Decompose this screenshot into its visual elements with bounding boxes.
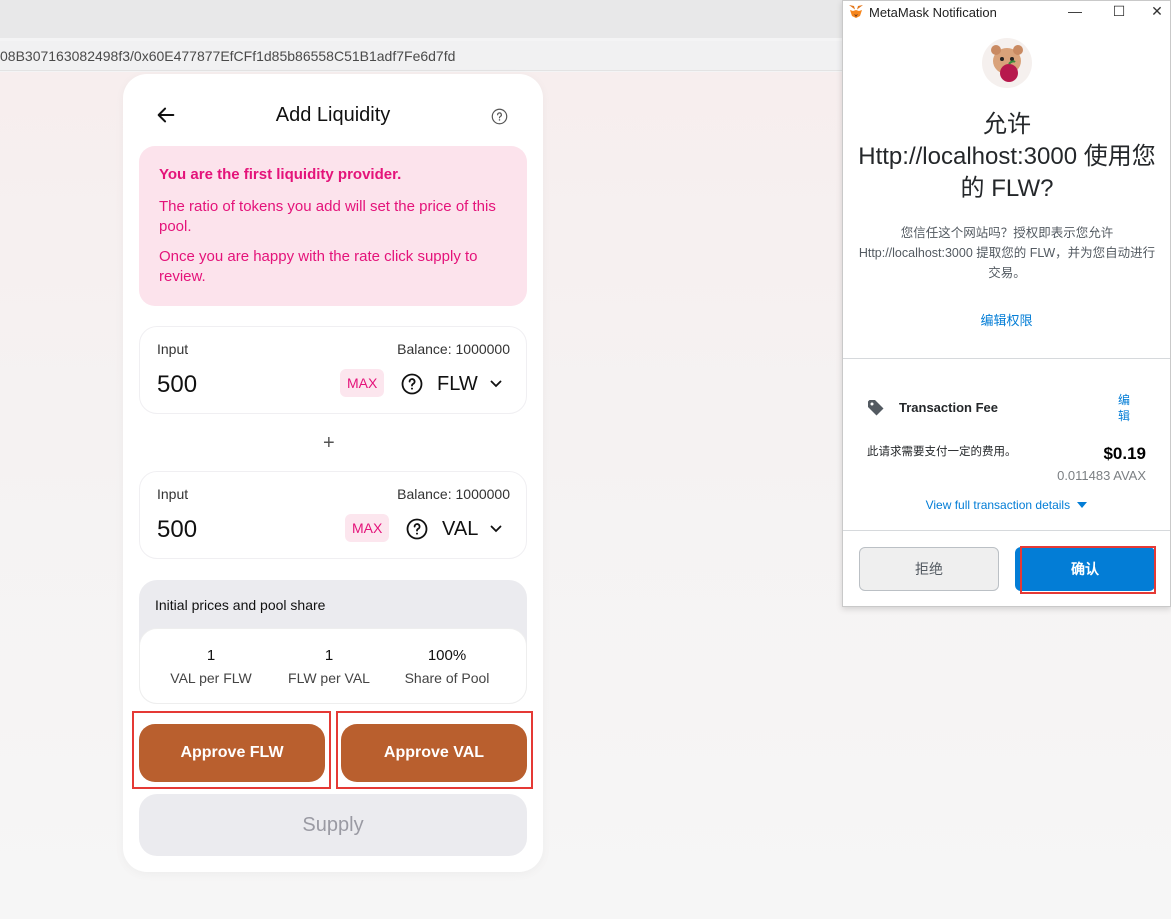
unknown-token-icon: [406, 518, 428, 540]
prices-values: 1 VAL per FLW 1 FLW per VAL 100% Share o…: [139, 628, 527, 704]
fee-avax-amount: 0.011483 AVAX: [1057, 468, 1146, 483]
token-select-val[interactable]: VAL: [442, 518, 478, 541]
permission-description: 您信任这个网站吗？授权即表示您允许 Http://localhost:3000 …: [858, 226, 1156, 280]
maximize-button[interactable]: ☐: [1109, 3, 1129, 21]
price-flw-per-val: 1 FLW per VAL: [264, 647, 394, 686]
input-label: Input: [157, 486, 189, 502]
token-input-val[interactable]: Input Balance: 1000000 500 MAX VAL: [139, 471, 527, 559]
prices-title: Initial prices and pool share: [155, 597, 326, 613]
first-provider-notice: You are the first liquidity provider. Th…: [139, 146, 527, 306]
edit-fee-link[interactable]: 编辑: [1118, 392, 1132, 424]
address-bar[interactable]: 08B307163082498f3/0x60E477877EfCFf1d85b8…: [0, 41, 842, 71]
price-label: VAL per FLW: [170, 670, 252, 686]
chevron-down-icon[interactable]: [490, 379, 502, 389]
notice-text-supply: Once you are happy with the rate click s…: [159, 248, 478, 285]
max-button[interactable]: MAX: [345, 514, 390, 542]
supply-button[interactable]: Supply: [139, 794, 527, 856]
price-label: FLW per VAL: [288, 670, 370, 686]
share-of-pool: 100% Share of Pool: [382, 647, 512, 686]
token-select-flw[interactable]: FLW: [437, 373, 478, 396]
caret-down-icon: [1077, 502, 1088, 509]
fee-note: 此请求需要支付一定的费用。: [867, 446, 1017, 458]
price-value: 1: [324, 647, 334, 664]
plus-separator: +: [323, 432, 335, 454]
address-url: 08B307163082498f3/0x60E477877EfCFf1d85b8…: [0, 48, 456, 64]
highlight-outline: [336, 711, 533, 789]
add-liquidity-card: Add Liquidity You are the first liquidit…: [123, 74, 543, 872]
transaction-fee-label: Transaction Fee: [899, 400, 998, 415]
view-details-link[interactable]: View full transaction details: [843, 498, 1170, 512]
balance-text: Balance: 1000000: [397, 486, 510, 502]
help-icon[interactable]: [491, 108, 508, 125]
metamask-notification-window: MetaMask Notification — ☐ ✕ 允许 Http://lo…: [842, 0, 1171, 607]
fee-usd-amount: $0.19: [1103, 444, 1146, 463]
balance-text: Balance: 1000000: [397, 341, 510, 357]
permission-heading: 允许 Http://localhost:3000 使用您的 FLW?: [857, 109, 1157, 205]
pool-prices-panel: Initial prices and pool share 1 VAL per …: [139, 580, 527, 704]
minimize-button[interactable]: —: [1065, 3, 1085, 21]
unknown-token-icon: [401, 373, 423, 395]
heading-line-1: 允许: [983, 111, 1031, 138]
heading-line-2: Http://localhost:3000 使用您的 FLW?: [858, 143, 1156, 202]
amount-field[interactable]: 500: [157, 516, 197, 544]
metamask-fox-icon: [849, 5, 863, 18]
edit-permission-link[interactable]: 编辑权限: [843, 310, 1170, 329]
card-header: Add Liquidity: [123, 96, 543, 136]
page-title: Add Liquidity: [275, 104, 391, 126]
tag-icon: [868, 400, 884, 416]
price-val-per-flw: 1 VAL per FLW: [146, 647, 276, 686]
reject-button[interactable]: 拒绝: [859, 547, 999, 591]
notice-title: You are the first liquidity provider.: [159, 166, 402, 183]
window-title: MetaMask Notification: [869, 5, 997, 20]
max-button[interactable]: MAX: [340, 369, 385, 397]
close-button[interactable]: ✕: [1147, 3, 1167, 21]
highlight-outline: [1020, 546, 1156, 594]
divider: [843, 358, 1170, 359]
highlight-outline: [132, 711, 331, 789]
token-input-flw[interactable]: Input Balance: 1000000 500 MAX FLW: [139, 326, 527, 414]
notice-text-ratio: The ratio of tokens you add will set the…: [159, 198, 496, 235]
token-avatar-icon: [982, 38, 1032, 88]
price-value: 100%: [427, 647, 467, 664]
view-details-text: View full transaction details: [925, 498, 1071, 512]
chevron-down-icon[interactable]: [490, 524, 502, 534]
input-label: Input: [157, 341, 189, 357]
divider: [843, 530, 1170, 531]
window-titlebar: MetaMask Notification — ☐ ✕: [843, 1, 1170, 25]
price-label: Share of Pool: [404, 670, 490, 686]
amount-field[interactable]: 500: [157, 371, 197, 399]
price-value: 1: [206, 647, 216, 664]
